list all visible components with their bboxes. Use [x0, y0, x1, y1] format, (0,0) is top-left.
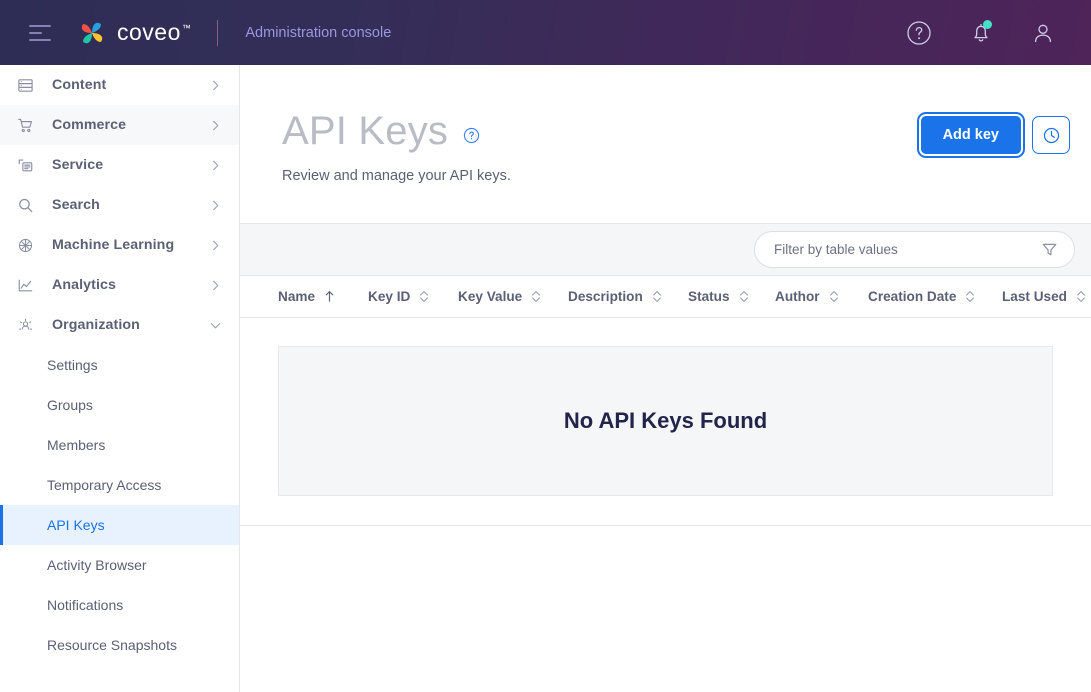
sort-none-icon[interactable]	[829, 290, 839, 303]
hamburger-line	[29, 24, 51, 27]
coveo-logo[interactable]: coveo™	[77, 18, 191, 48]
magnifier-icon	[14, 195, 36, 215]
page-help-icon[interactable]	[463, 127, 480, 144]
sort-none-icon[interactable]	[739, 290, 749, 303]
sidebar-subitem-settings[interactable]: Settings	[0, 345, 239, 385]
sidebar-label: Organization	[52, 317, 140, 333]
sidebar-label: Content	[52, 77, 107, 93]
sidebar-subitem-groups[interactable]: Groups	[0, 385, 239, 425]
column-label: Key ID	[368, 289, 411, 304]
sidebar-item-search[interactable]: Search	[0, 185, 239, 225]
sidebar-item-analytics[interactable]: Analytics	[0, 265, 239, 305]
header-actions	[906, 20, 1056, 46]
api-keys-table: Name Key ID Key Value Description	[240, 223, 1091, 526]
organization-icon	[14, 315, 36, 335]
chevron-right-icon	[209, 199, 222, 212]
column-header-description[interactable]: Description	[568, 289, 688, 304]
chevron-down-icon	[209, 319, 222, 332]
sort-none-icon[interactable]	[531, 290, 541, 303]
sort-none-icon[interactable]	[419, 290, 429, 303]
column-label: Creation Date	[868, 289, 957, 304]
key-history-button[interactable]	[1032, 116, 1070, 154]
column-header-key-id[interactable]: Key ID	[368, 289, 458, 304]
column-header-key-value[interactable]: Key Value	[458, 289, 568, 304]
sort-ascending-icon[interactable]	[324, 290, 335, 303]
sidebar-item-machine-learning[interactable]: Machine Learning	[0, 225, 239, 265]
coveo-logo-mark	[77, 18, 107, 48]
sidebar-label: Search	[52, 197, 100, 213]
sidebar-label: Commerce	[52, 117, 127, 133]
empty-state: No API Keys Found	[278, 346, 1053, 496]
column-label: Description	[568, 289, 643, 304]
page-subtitle: Review and manage your API keys.	[282, 168, 511, 184]
column-header-name[interactable]: Name	[278, 289, 368, 304]
sidebar-subitem-resource-snapshots[interactable]: Resource Snapshots	[0, 625, 239, 665]
brain-icon	[14, 235, 36, 255]
database-icon	[14, 75, 36, 95]
sidebar-label: Machine Learning	[52, 237, 175, 253]
sidebar-subitem-notifications[interactable]: Notifications	[0, 585, 239, 625]
notification-badge-dot	[983, 20, 992, 29]
sidebar-item-commerce[interactable]: Commerce	[0, 105, 239, 145]
sidebar-label: Service	[52, 157, 104, 173]
header-divider	[217, 19, 219, 46]
table-header-row: Name Key ID Key Value Description Status…	[240, 276, 1091, 318]
sidebar-label: Analytics	[52, 277, 116, 293]
filter-input[interactable]	[774, 242, 1041, 257]
add-key-button[interactable]: Add key	[920, 116, 1021, 154]
sidebar-subitem-api-keys[interactable]: API Keys	[0, 505, 239, 545]
page-title: API Keys	[282, 109, 449, 153]
app-header: coveo™ Administration console	[0, 0, 1091, 65]
sidebar-subitem-temporary-access[interactable]: Temporary Access	[0, 465, 239, 505]
sidebar-navigation: Content Commerce Service Search Machine …	[0, 65, 240, 692]
column-label: Key Value	[458, 289, 523, 304]
sidebar-item-content[interactable]: Content	[0, 65, 239, 105]
notifications-bell-icon[interactable]	[969, 20, 993, 45]
column-header-last-used[interactable]: Last Used	[1002, 289, 1086, 304]
page-header: API Keys Review and manage your API keys…	[240, 65, 1091, 184]
service-card-icon	[14, 155, 36, 175]
sidebar-item-organization[interactable]: Organization	[0, 305, 239, 345]
sidebar-subitem-members[interactable]: Members	[0, 425, 239, 465]
trademark-symbol: ™	[181, 23, 192, 34]
empty-state-message: No API Keys Found	[563, 408, 768, 433]
column-label: Name	[278, 289, 316, 304]
coveo-wordmark-text: coveo	[117, 19, 181, 45]
user-account-icon[interactable]	[1030, 20, 1056, 46]
chevron-right-icon	[209, 119, 222, 132]
hamburger-line	[29, 38, 51, 41]
cart-icon	[14, 115, 36, 135]
column-header-status[interactable]: Status	[688, 289, 775, 304]
column-label: Last Used	[1002, 289, 1067, 304]
sort-none-icon[interactable]	[652, 290, 662, 303]
hamburger-line	[29, 31, 42, 34]
column-label: Author	[775, 289, 820, 304]
table-body: No API Keys Found	[240, 318, 1091, 526]
sidebar-item-service[interactable]: Service	[0, 145, 239, 185]
hamburger-menu-icon[interactable]	[29, 24, 51, 41]
chevron-right-icon	[209, 239, 222, 252]
sort-none-icon[interactable]	[965, 290, 975, 303]
column-label: Status	[688, 289, 730, 304]
line-chart-icon	[14, 275, 36, 295]
main-content: API Keys Review and manage your API keys…	[240, 65, 1091, 692]
administration-console-link[interactable]: Administration console	[245, 25, 391, 41]
column-header-creation-date[interactable]: Creation Date	[868, 289, 1002, 304]
table-filter-bar	[240, 224, 1091, 276]
sort-none-icon[interactable]	[1076, 290, 1086, 303]
help-icon[interactable]	[906, 20, 932, 46]
chevron-right-icon	[209, 79, 222, 92]
funnel-icon[interactable]	[1041, 241, 1058, 258]
filter-input-wrapper[interactable]	[754, 231, 1075, 268]
sidebar-subitem-activity-browser[interactable]: Activity Browser	[0, 545, 239, 585]
column-header-author[interactable]: Author	[775, 289, 868, 304]
chevron-right-icon	[209, 279, 222, 292]
chevron-right-icon	[209, 159, 222, 172]
page-header-actions: Add key	[920, 116, 1070, 154]
coveo-wordmark: coveo™	[117, 19, 191, 46]
